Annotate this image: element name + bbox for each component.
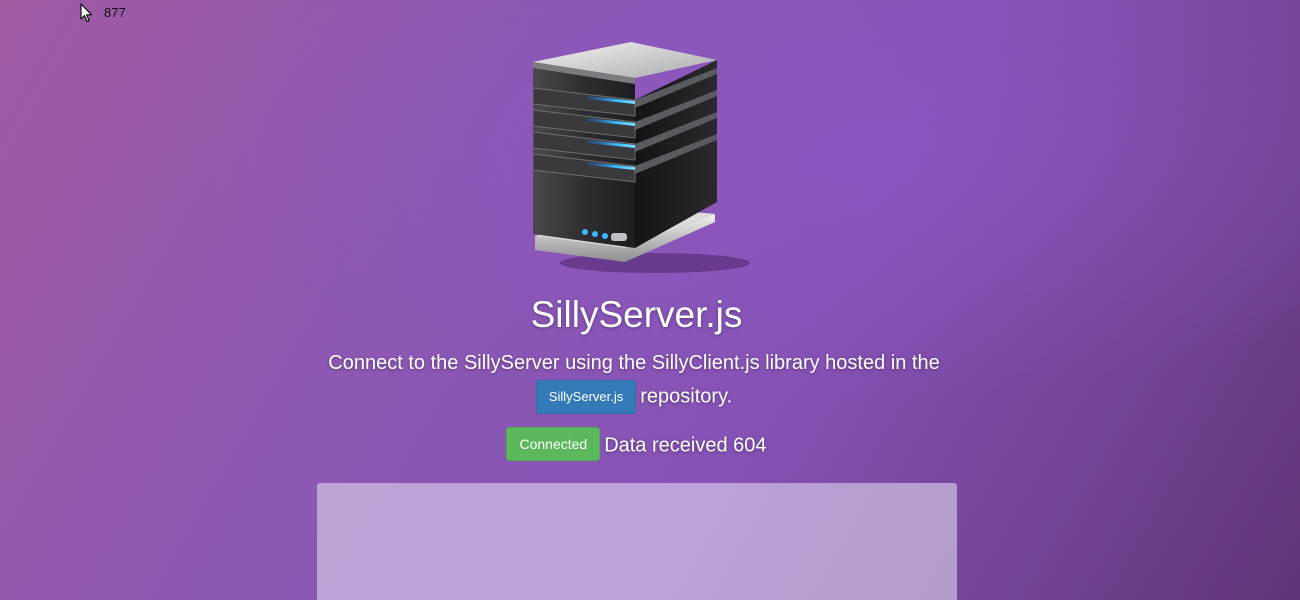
repository-button[interactable]: SillyServer.js — [535, 380, 637, 414]
description-suffix: repository. — [640, 385, 733, 408]
connection-status: Connected Data received 604 — [0, 427, 1273, 463]
mouse-pointer-icon — [80, 3, 93, 23]
server-icon — [532, 42, 750, 273]
page-title: SillyServer.js — [530, 294, 743, 335]
page-description: Connect to the SillyServer using the Sil… — [0, 349, 1268, 414]
counter-value: 877 — [104, 5, 126, 20]
cursor-overlay: 877 — [80, 3, 126, 23]
data-panel — [317, 483, 957, 600]
data-received-text: Data received 604 — [604, 434, 767, 457]
connected-badge: Connected — [506, 427, 601, 461]
description-text: Connect to the SillyServer using the Sil… — [328, 352, 940, 374]
